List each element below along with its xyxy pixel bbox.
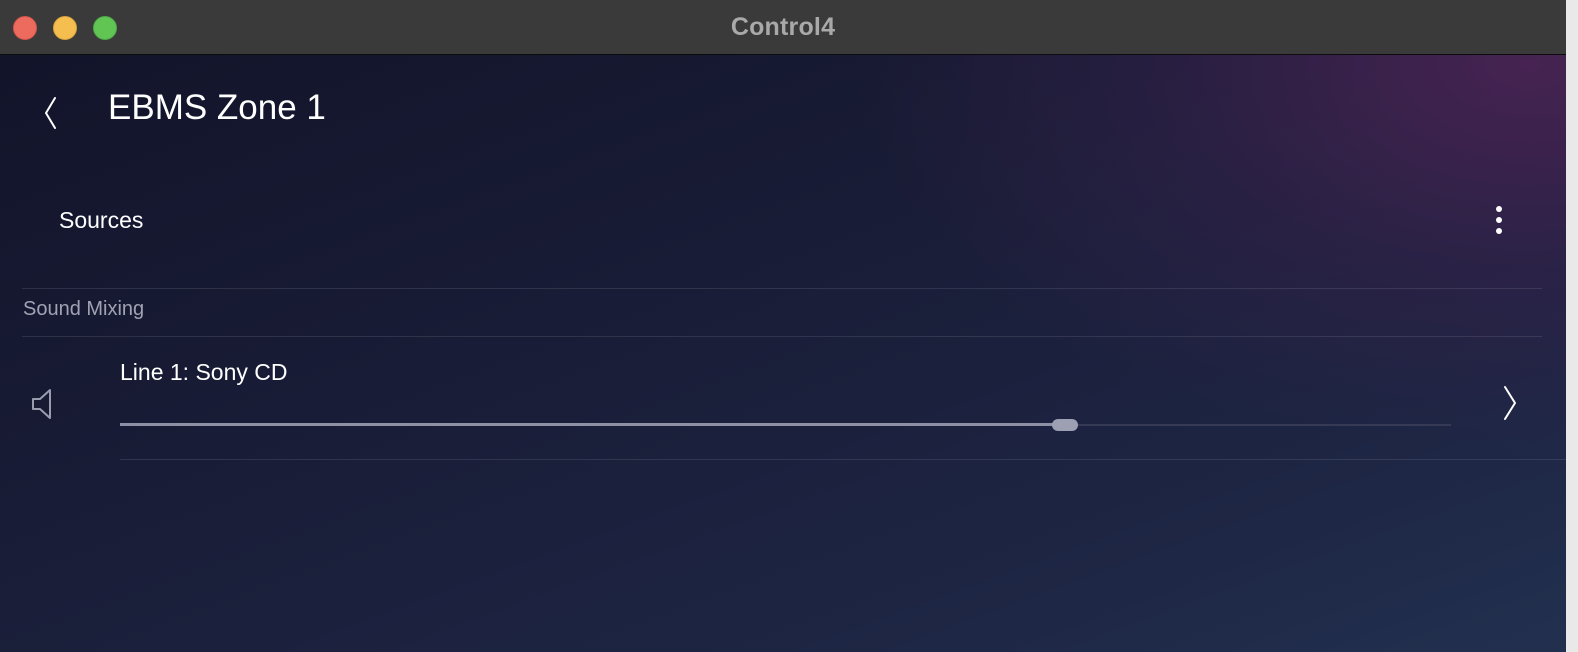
chevron-right-icon (1504, 386, 1516, 420)
title-bar[interactable]: Control4 (0, 0, 1566, 55)
speaker-icon[interactable] (28, 387, 62, 421)
section-label-sound-mixing: Sound Mixing (23, 298, 145, 320)
volume-slider[interactable] (120, 417, 1451, 433)
page-title: EBMS Zone 1 (108, 88, 326, 127)
mixer-line-label: Line 1: Sony CD (120, 359, 288, 385)
divider (120, 459, 1566, 460)
main-content: EBMS Zone 1 Sources Sound Mixing Line 1:… (0, 55, 1566, 652)
divider (22, 288, 1542, 289)
more-vertical-icon-dot (1496, 217, 1502, 223)
more-options-button[interactable] (1486, 203, 1512, 239)
mixer-detail-button[interactable] (1496, 383, 1522, 423)
slider-thumb[interactable] (1052, 419, 1078, 431)
window-edge (1566, 0, 1578, 652)
slider-fill (120, 423, 1065, 426)
app-window: Control4 EBMS Zone 1 Sources Sound Mixin… (0, 0, 1566, 652)
more-vertical-icon-dot (1496, 228, 1502, 234)
sources-row[interactable]: Sources (0, 185, 1566, 257)
more-vertical-icon (1496, 206, 1502, 212)
mixer-row: Line 1: Sony CD (0, 337, 1566, 459)
back-button[interactable] (38, 95, 68, 131)
window-title: Control4 (730, 13, 836, 41)
chevron-left-icon (45, 97, 56, 129)
sources-label: Sources (59, 207, 144, 233)
